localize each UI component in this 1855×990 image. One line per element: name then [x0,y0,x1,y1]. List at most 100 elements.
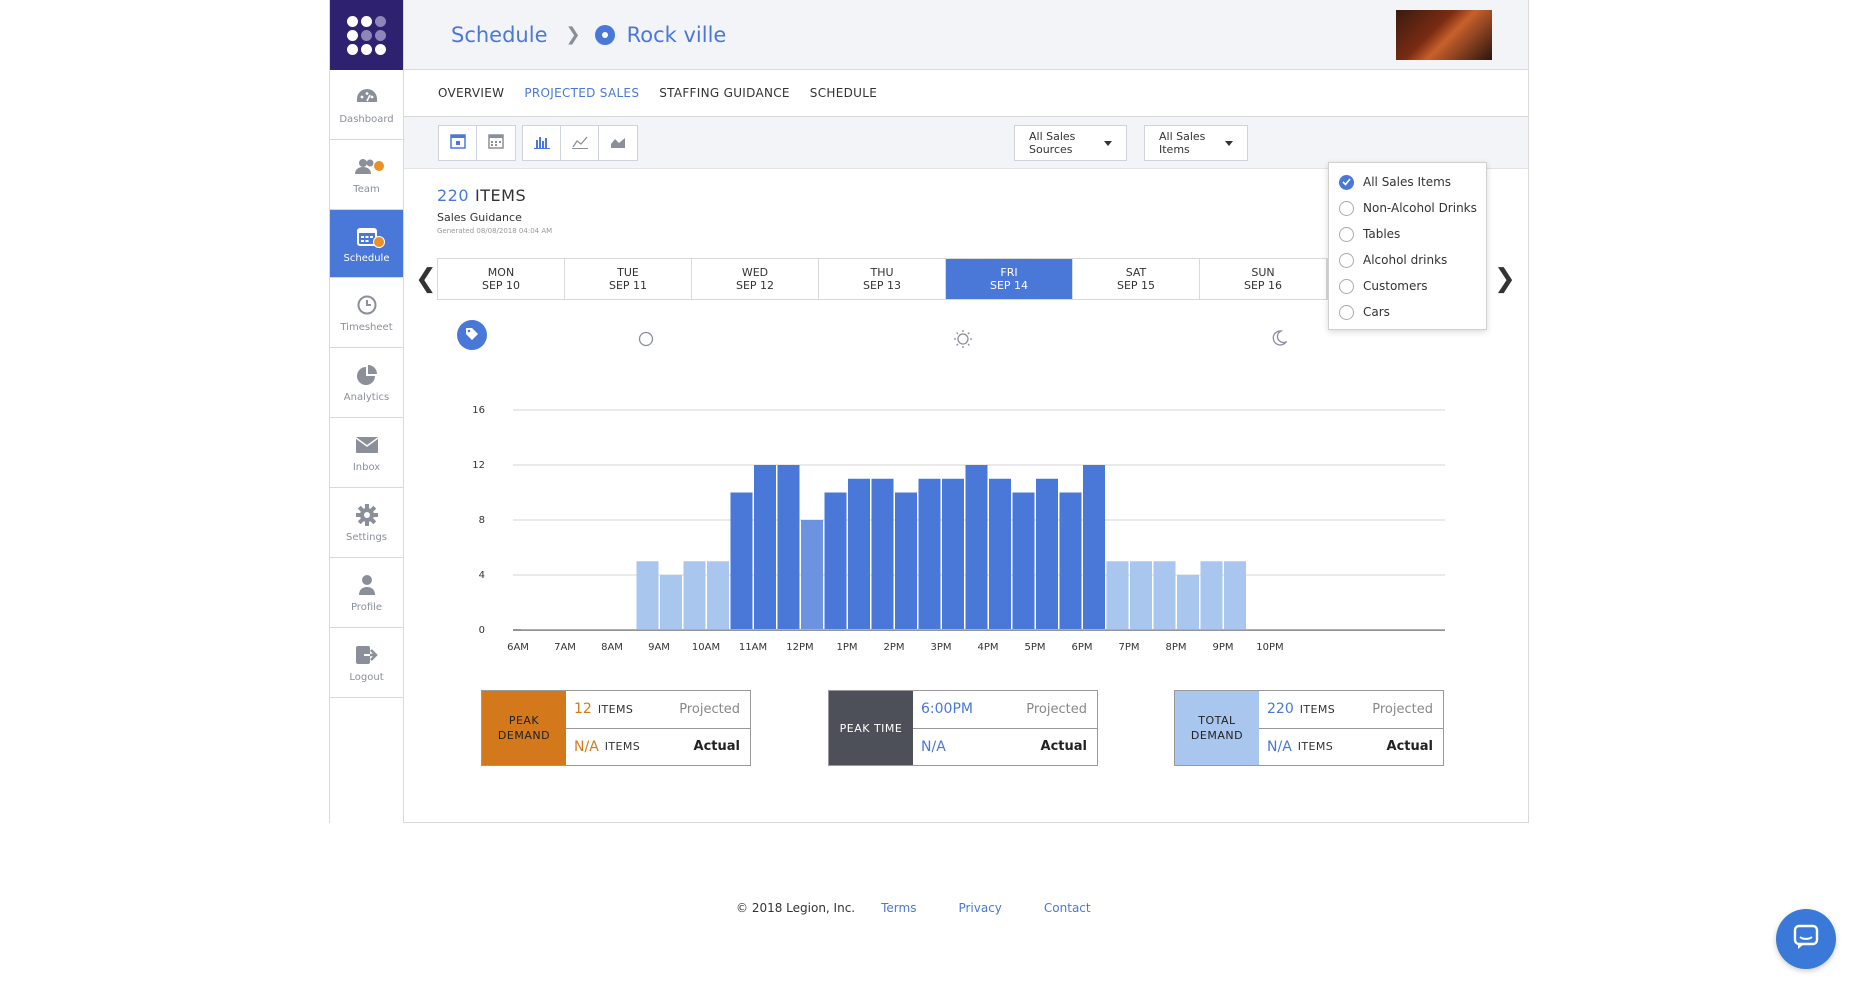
next-week-arrow[interactable]: ❯ [1494,264,1516,294]
projected-value: 12 [574,701,592,718]
chart-bar[interactable] [1036,478,1058,630]
dropdown-option-cars[interactable]: Cars [1329,299,1486,325]
chart-bar[interactable] [824,492,847,631]
option-label: Customers [1363,279,1428,293]
sidebar-item-settings[interactable]: Settings [330,488,403,558]
chart-bar[interactable] [895,492,917,631]
location-pin-icon [594,24,615,45]
area-chart-button[interactable] [599,126,637,160]
chart-bar[interactable] [801,520,823,630]
terms-link[interactable]: Terms [881,901,916,915]
chart-bar[interactable] [1012,492,1035,631]
x-tick-label: 5PM [1024,642,1045,653]
chart-bar[interactable] [636,561,659,630]
chart-bar[interactable] [918,478,941,630]
day-fri[interactable]: FRI SEP 14 [946,259,1073,299]
chart-bar[interactable] [1200,561,1223,630]
sidebar-item-team[interactable]: Team [330,140,403,210]
chart-bar[interactable] [754,465,776,630]
chart-bar[interactable] [1059,492,1082,631]
day-dow: FRI [1000,266,1018,279]
morning-circle-icon[interactable] [638,331,654,351]
chart-bar[interactable] [989,478,1011,630]
chart-bar[interactable] [871,478,894,630]
bar-chart-button[interactable] [523,126,561,160]
week-view-button[interactable] [477,126,515,160]
chart-bar[interactable] [965,465,988,630]
sidebar-item-profile[interactable]: Profile [330,558,403,628]
sidebar-item-analytics[interactable]: Analytics [330,348,403,418]
unit-label: ITEMS [1297,740,1334,754]
prev-week-arrow[interactable]: ❮ [415,264,437,294]
chat-icon [1792,923,1820,955]
footer: © 2018 Legion, Inc. Terms Privacy Contac… [736,901,1091,915]
moon-icon[interactable] [1271,330,1288,350]
dropdown-option-tables[interactable]: Tables [1329,221,1486,247]
peak-demand-card: PEAK DEMAND 12 ITEMS Projected N/A ITEMS … [481,690,751,766]
contact-link[interactable]: Contact [1044,901,1091,915]
dropdown-option-all-sales-items[interactable]: All Sales Items [1329,169,1486,195]
projected-value: 6:00PM [921,701,973,718]
dropdown-option-non-alcohol-drinks[interactable]: Non-Alcohol Drinks [1329,195,1486,221]
y-tick-label: 12 [472,460,485,471]
sidebar-item-timesheet[interactable]: Timesheet [330,278,403,348]
chart-bar[interactable] [660,575,682,630]
day-thu[interactable]: THU SEP 13 [819,259,946,299]
radio-icon [1339,226,1354,242]
chat-launcher-button[interactable] [1776,909,1836,969]
area-chart-icon [610,134,626,153]
chart-bar[interactable] [848,478,870,630]
chart-bar[interactable] [1224,561,1246,630]
day-selector: MON SEP 10 TUE SEP 11 WED SEP 12 THU SEP 13 … [437,258,1328,300]
dropdown-option-alcohol-drinks[interactable]: Alcohol drinks [1329,247,1486,273]
day-sun[interactable]: SUN SEP 16 [1200,259,1327,299]
chart-bar[interactable] [707,561,729,630]
total-demand-actual-row: N/A ITEMS Actual [1259,729,1443,766]
day-mon[interactable]: MON SEP 10 [438,259,565,299]
all-day-tag-button[interactable] [457,320,487,350]
sales-sources-select[interactable]: All Sales Sources [1014,125,1127,161]
radio-icon [1339,252,1354,268]
peak-demand-label: PEAK DEMAND [482,691,566,765]
chart-bar[interactable] [1130,561,1152,630]
sidebar-item-inbox[interactable]: Inbox [330,418,403,488]
tab-projected-sales[interactable]: PROJECTED SALES [524,86,639,100]
privacy-link[interactable]: Privacy [958,901,1001,915]
chart-bar[interactable] [730,492,753,631]
day-wed[interactable]: WED SEP 12 [692,259,819,299]
tab-schedule[interactable]: SCHEDULE [810,86,877,100]
sidebar-item-dashboard[interactable]: Dashboard [330,70,403,140]
day-dow: THU [870,266,894,279]
projected-label: Projected [679,701,740,717]
calendar-day-icon [449,133,466,153]
x-tick-label: 8PM [1165,642,1186,653]
chart-bar[interactable] [1083,465,1105,630]
sidebar-item-logout[interactable]: Logout [330,628,403,698]
tag-icon [465,326,479,345]
chart-bar[interactable] [942,478,964,630]
location-photo[interactable] [1396,10,1492,60]
line-chart-button[interactable] [561,126,599,160]
chart-bar[interactable] [777,465,800,630]
bar-chart-icon [533,134,550,153]
day-sat[interactable]: SAT SEP 15 [1073,259,1200,299]
day-date: SEP 15 [1116,279,1156,292]
chart-bar[interactable] [1177,575,1199,630]
chart-bar[interactable] [1106,561,1129,630]
tab-overview[interactable]: OVERVIEW [438,86,504,100]
chart-bar[interactable] [683,561,706,630]
sidebar-item-label: Timesheet [340,322,393,333]
y-tick-label: 8 [479,515,485,526]
day-view-button[interactable] [439,126,477,160]
gear-icon [354,502,380,528]
day-tue[interactable]: TUE SEP 11 [565,259,692,299]
tab-staffing-guidance[interactable]: STAFFING GUIDANCE [659,86,790,100]
breadcrumb-schedule-link[interactable]: Schedule [451,23,548,47]
legion-logo[interactable] [330,0,403,70]
sidebar-item-schedule[interactable]: Schedule [330,210,403,278]
sales-items-select[interactable]: All Sales Items [1144,125,1248,161]
dropdown-option-customers[interactable]: Customers [1329,273,1486,299]
chart-bar[interactable] [1153,561,1176,630]
x-tick-label: 7PM [1118,642,1139,653]
sun-icon[interactable] [954,330,972,352]
